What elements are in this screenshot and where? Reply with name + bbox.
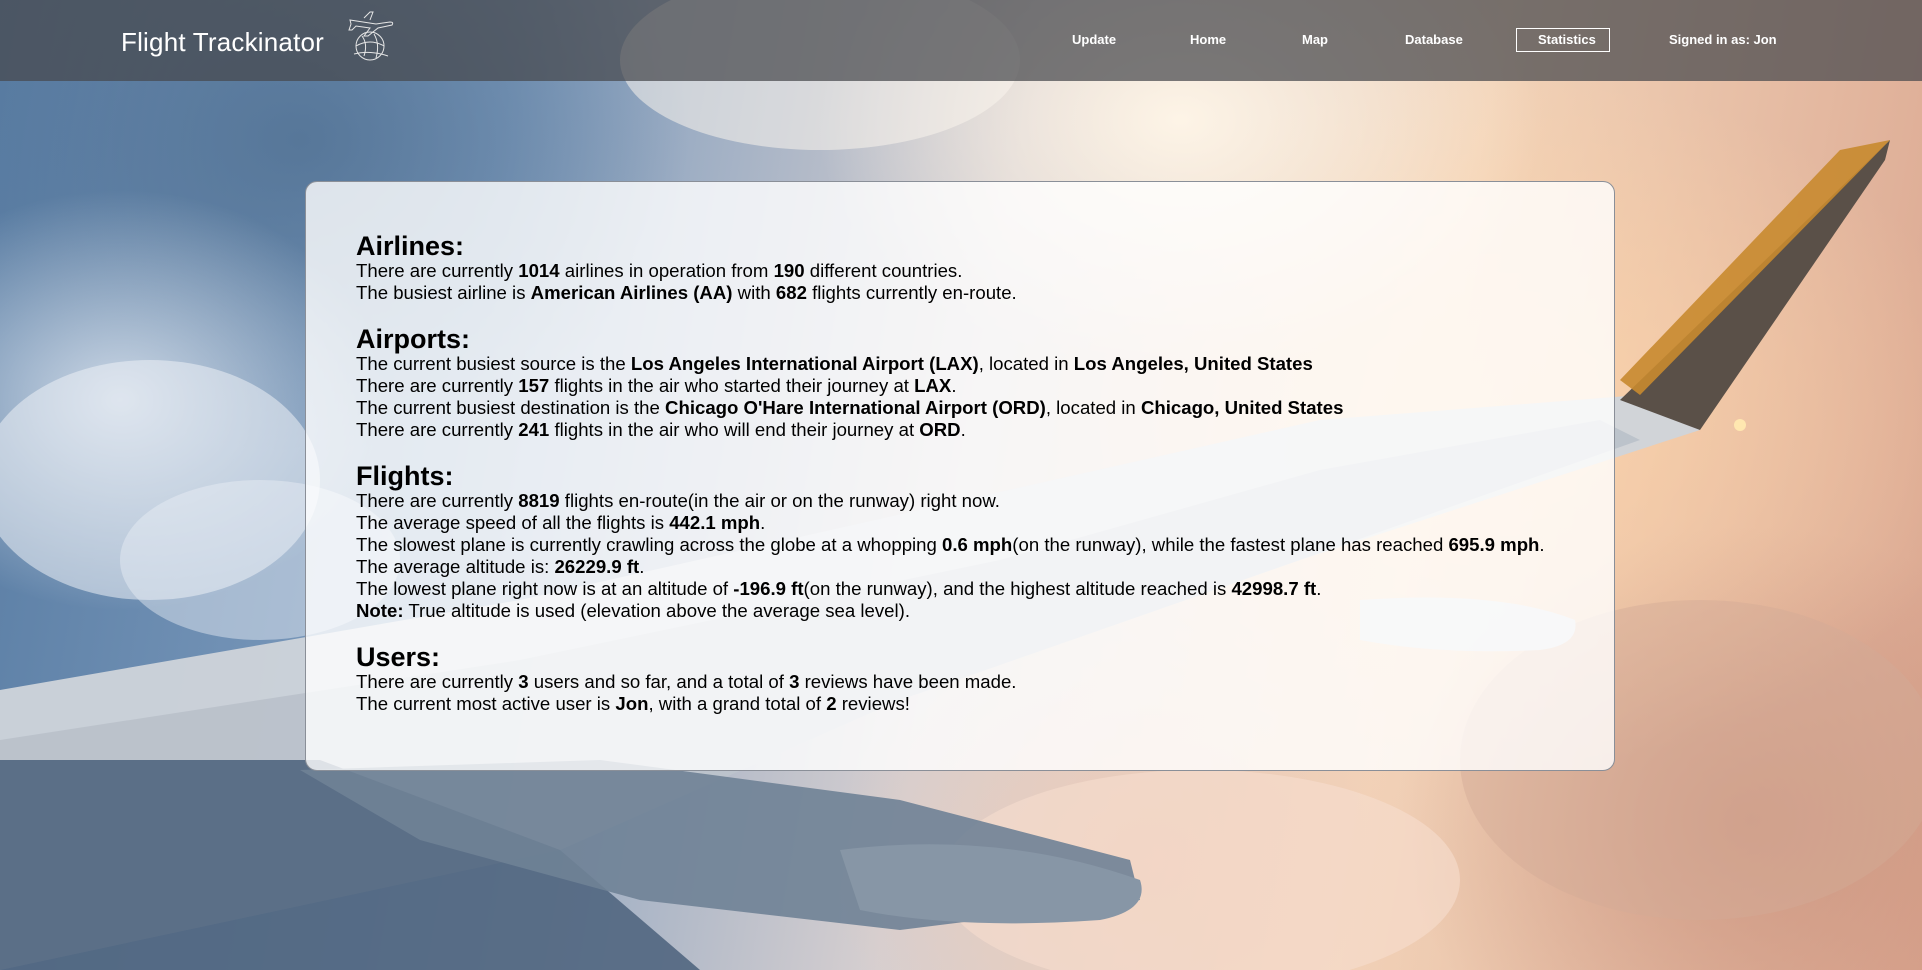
flights-section: Flights: There are currently 8819 flight…	[356, 462, 1545, 622]
most-active-user-reviews-value: 2	[826, 693, 837, 714]
user-count-value: 3	[518, 671, 529, 692]
nav-update-link[interactable]: Update	[1072, 32, 1116, 47]
busiest-destination-airport-value: Chicago O'Hare International Airport (OR…	[665, 397, 1046, 418]
statistics-panel: Airlines: There are currently 1014 airli…	[305, 181, 1615, 771]
review-count-value: 3	[789, 671, 800, 692]
busiest-source-airport-value: Los Angeles International Airport (LAX)	[630, 353, 979, 374]
source-flights-line: There are currently 157 flights in the a…	[356, 375, 957, 396]
airports-heading: Airports:	[356, 324, 470, 354]
signed-in-user-label[interactable]: Signed in as: Jon	[1669, 32, 1777, 47]
statistics-content: Airlines: There are currently 1014 airli…	[356, 232, 1545, 736]
altitude-note-line: Note: True altitude is used (elevation a…	[356, 600, 910, 621]
average-altitude-line: The average altitude is: 26229.9 ft.	[356, 556, 645, 577]
destination-airport-code-value: ORD	[919, 419, 961, 440]
flights-count-value: 8819	[518, 490, 560, 511]
speed-range-line: The slowest plane is currently crawling …	[356, 534, 1545, 555]
airports-section: Airports: The current busiest source is …	[356, 325, 1545, 441]
average-speed-line: The average speed of all the flights is …	[356, 512, 766, 533]
users-section: Users: There are currently 3 users and s…	[356, 643, 1545, 715]
destination-flights-count-value: 241	[518, 419, 550, 440]
busiest-source-line: The current busiest source is the Los An…	[356, 353, 1313, 374]
busiest-airline-flights-value: 682	[775, 282, 807, 303]
nav-home-link[interactable]: Home	[1190, 32, 1226, 47]
airlines-section: Airlines: There are currently 1014 airli…	[356, 232, 1545, 304]
busiest-destination-city-value: Chicago, United States	[1140, 397, 1344, 418]
lowest-altitude-value: -196.9 ft	[733, 578, 804, 599]
flights-heading: Flights:	[356, 461, 454, 491]
brand-title[interactable]: Flight Trackinator	[121, 27, 324, 58]
destination-flights-line: There are currently 241 flights in the a…	[356, 419, 966, 440]
slowest-speed-value: 0.6 mph	[942, 534, 1013, 555]
flights-count-line: There are currently 8819 flights en-rout…	[356, 490, 1000, 511]
airlines-heading: Airlines:	[356, 231, 465, 261]
busiest-source-city-value: Los Angeles, United States	[1073, 353, 1313, 374]
note-label: Note:	[356, 600, 404, 621]
highest-altitude-value: 42998.7 ft	[1231, 578, 1317, 599]
country-count-value: 190	[773, 260, 805, 281]
source-airport-code-value: LAX	[914, 375, 952, 396]
most-active-user-line: The current most active user is Jon, wit…	[356, 693, 910, 714]
nav-database-link[interactable]: Database	[1405, 32, 1463, 47]
most-active-user-value: Jon	[615, 693, 649, 714]
nav-statistics-link[interactable]: Statistics	[1538, 32, 1596, 47]
users-heading: Users:	[356, 642, 441, 672]
average-speed-value: 442.1 mph	[669, 512, 761, 533]
altitude-range-line: The lowest plane right now is at an alti…	[356, 578, 1322, 599]
airline-count-value: 1014	[518, 260, 560, 281]
busiest-airline-line: The busiest airline is American Airlines…	[356, 282, 1017, 303]
source-flights-count-value: 157	[518, 375, 550, 396]
globe-airplane-logo-icon[interactable]	[342, 8, 402, 62]
busiest-airline-value: American Airlines (AA)	[530, 282, 733, 303]
airlines-count-line: There are currently 1014 airlines in ope…	[356, 260, 963, 281]
nav-map-link[interactable]: Map	[1302, 32, 1328, 47]
users-count-line: There are currently 3 users and so far, …	[356, 671, 1017, 692]
average-altitude-value: 26229.9 ft	[554, 556, 640, 577]
busiest-destination-line: The current busiest destination is the C…	[356, 397, 1344, 418]
fastest-speed-value: 695.9 mph	[1448, 534, 1540, 555]
top-navigation-bar: Flight Trackinator Update Home Map Datab…	[0, 0, 1922, 81]
